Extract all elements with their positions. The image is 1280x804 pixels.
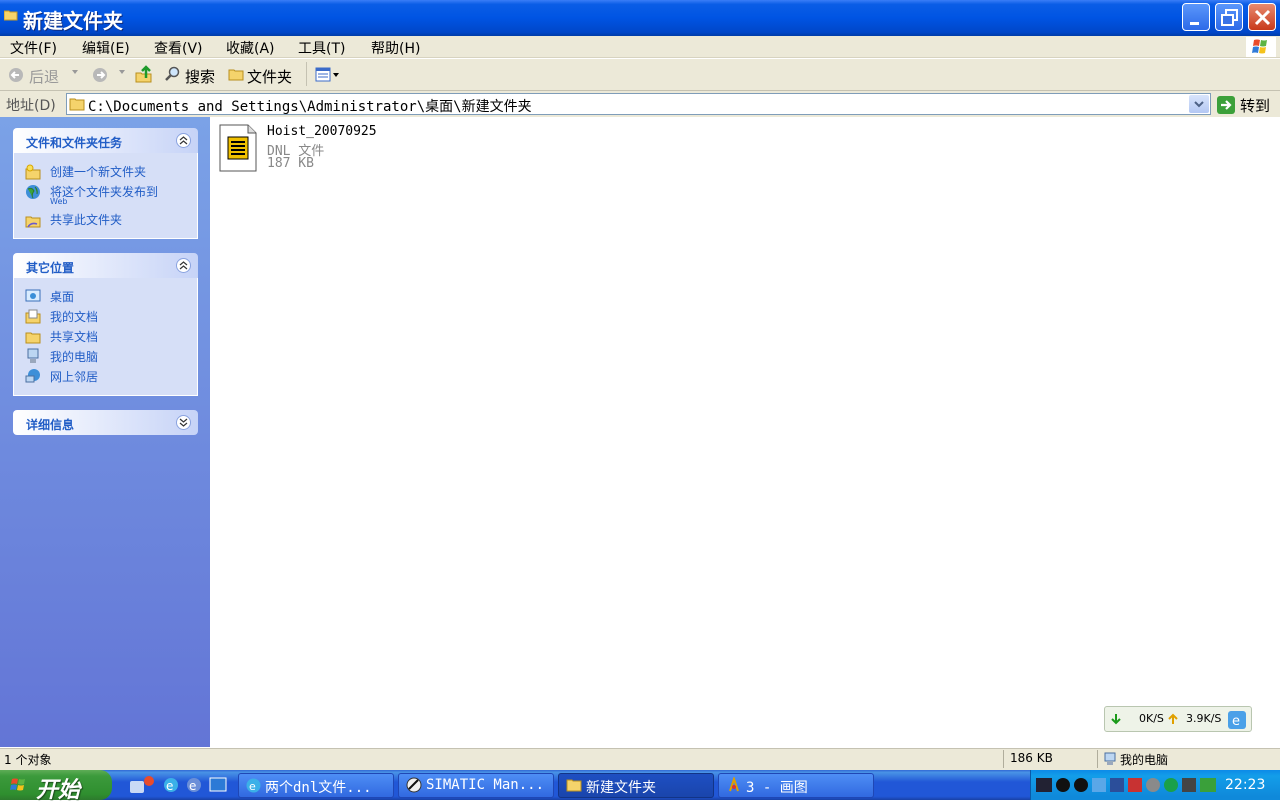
place-desktop-link[interactable]: 桌面 bbox=[50, 288, 74, 305]
go-label: 转到 bbox=[1240, 97, 1271, 115]
svg-text:e: e bbox=[166, 779, 173, 793]
address-dropdown-button[interactable] bbox=[1189, 95, 1209, 113]
restore-button[interactable] bbox=[1215, 3, 1243, 31]
details-header[interactable]: 详细信息 bbox=[13, 410, 198, 435]
other-places-header[interactable]: 其它位置 bbox=[13, 253, 198, 278]
quicklaunch-windows-icon[interactable] bbox=[128, 775, 156, 795]
simatic-icon bbox=[406, 777, 422, 793]
toolbar-separator bbox=[306, 62, 307, 86]
my-computer-icon bbox=[27, 348, 39, 363]
forward-arrow-icon[interactable] bbox=[92, 67, 108, 83]
search-button[interactable]: 搜索 bbox=[185, 66, 215, 87]
new-folder-icon bbox=[25, 164, 41, 180]
back-dropdown-icon[interactable] bbox=[72, 70, 78, 74]
start-label: 开始 bbox=[36, 777, 81, 803]
place-network-link[interactable]: 网上邻居 bbox=[50, 368, 98, 385]
other-places-title: 其它位置 bbox=[26, 261, 75, 275]
tray-icons[interactable] bbox=[1036, 776, 1220, 794]
address-path: C:\Documents and Settings\Administrator\… bbox=[88, 99, 532, 115]
collapse-chevron-icon[interactable] bbox=[176, 133, 191, 148]
upload-arrow-icon bbox=[1168, 713, 1178, 724]
create-folder-link[interactable]: 创建一个新文件夹 bbox=[50, 163, 146, 180]
menu-file[interactable]: 文件(F) bbox=[10, 38, 57, 57]
folder-icon bbox=[69, 98, 85, 111]
ie-icon: e bbox=[246, 778, 261, 793]
publish-folder-link-web[interactable]: Web bbox=[50, 197, 67, 206]
forward-dropdown-icon[interactable] bbox=[119, 70, 125, 74]
expand-chevron-icon[interactable] bbox=[176, 415, 191, 430]
place-shared-documents-link[interactable]: 共享文档 bbox=[50, 328, 98, 345]
file-tasks-title: 文件和文件夹任务 bbox=[26, 136, 123, 150]
svg-text:e: e bbox=[249, 780, 256, 793]
details-title: 详细信息 bbox=[26, 418, 75, 432]
download-arrow-icon bbox=[1111, 714, 1121, 725]
file-list-area[interactable] bbox=[210, 117, 1280, 747]
taskbar-label: SIMATIC Man... bbox=[426, 777, 545, 793]
folders-button[interactable]: 文件夹 bbox=[247, 66, 292, 87]
paint-icon bbox=[729, 777, 739, 792]
file-name[interactable]: Hoist_20070925 bbox=[267, 124, 377, 139]
minimize-button[interactable] bbox=[1182, 3, 1210, 31]
shared-documents-icon bbox=[25, 332, 41, 344]
status-location: 我的电脑 bbox=[1120, 753, 1169, 767]
taskbar-label: 两个dnl文件... bbox=[265, 780, 372, 796]
address-label: 地址(D) bbox=[6, 98, 56, 114]
collapse-chevron-icon[interactable] bbox=[176, 258, 191, 273]
views-icon[interactable] bbox=[315, 67, 341, 83]
clock[interactable]: 22:23 bbox=[1225, 777, 1265, 793]
svg-text:e: e bbox=[1232, 714, 1240, 729]
status-divider bbox=[1003, 750, 1004, 768]
taskbar-label: 3 - 画图 bbox=[746, 780, 808, 796]
search-icon[interactable] bbox=[165, 66, 181, 82]
network-icon bbox=[25, 369, 40, 383]
upload-speed: 3.9K/S bbox=[1186, 712, 1222, 725]
go-arrow-icon bbox=[1217, 96, 1235, 114]
share-folder-link[interactable]: 共享此文件夹 bbox=[50, 211, 122, 228]
place-my-documents-link[interactable]: 我的文档 bbox=[50, 308, 98, 325]
status-bar bbox=[0, 748, 1280, 770]
share-folder-icon bbox=[25, 216, 41, 228]
quicklaunch-ie2-icon[interactable]: e bbox=[186, 777, 202, 793]
file-tasks-header[interactable]: 文件和文件夹任务 bbox=[13, 128, 198, 153]
menu-view[interactable]: 查看(V) bbox=[154, 38, 203, 57]
svg-text:e: e bbox=[189, 779, 196, 793]
file-size: 187 KB bbox=[267, 156, 314, 171]
dnl-file-icon[interactable] bbox=[219, 124, 257, 172]
folders-icon[interactable] bbox=[228, 67, 244, 81]
back-button[interactable]: 后退 bbox=[29, 66, 59, 87]
windows-logo-icon bbox=[10, 778, 25, 791]
folder-icon bbox=[4, 10, 18, 21]
quicklaunch-ie-icon[interactable]: e bbox=[163, 777, 179, 793]
menu-favorites[interactable]: 收藏(A) bbox=[226, 38, 275, 57]
my-computer-icon bbox=[1104, 752, 1116, 765]
taskbar-label: 新建文件夹 bbox=[586, 780, 656, 796]
status-object-count: 1 个对象 bbox=[4, 753, 52, 767]
window-title: 新建文件夹 bbox=[23, 9, 123, 33]
back-arrow-icon[interactable] bbox=[8, 67, 24, 83]
title-bar[interactable] bbox=[0, 0, 1280, 36]
desktop-icon bbox=[25, 289, 41, 302]
download-speed: 0K/S bbox=[1139, 712, 1164, 725]
folder-icon bbox=[566, 779, 582, 792]
up-folder-icon[interactable] bbox=[135, 65, 153, 83]
quicklaunch-desktop-icon[interactable] bbox=[209, 776, 227, 794]
go-button[interactable]: 转到 bbox=[1216, 94, 1276, 116]
place-my-computer-link[interactable]: 我的电脑 bbox=[50, 348, 98, 365]
ie-icon[interactable]: e bbox=[1228, 711, 1246, 729]
globe-icon bbox=[26, 185, 40, 199]
windows-logo-icon bbox=[1246, 37, 1276, 57]
close-button[interactable] bbox=[1248, 3, 1276, 31]
menu-tools[interactable]: 工具(T) bbox=[298, 38, 345, 57]
status-size: 186 KB bbox=[1010, 751, 1053, 765]
status-divider bbox=[1097, 750, 1098, 768]
menu-edit[interactable]: 编辑(E) bbox=[82, 38, 130, 57]
my-documents-icon bbox=[25, 309, 41, 324]
menu-help[interactable]: 帮助(H) bbox=[371, 38, 420, 57]
